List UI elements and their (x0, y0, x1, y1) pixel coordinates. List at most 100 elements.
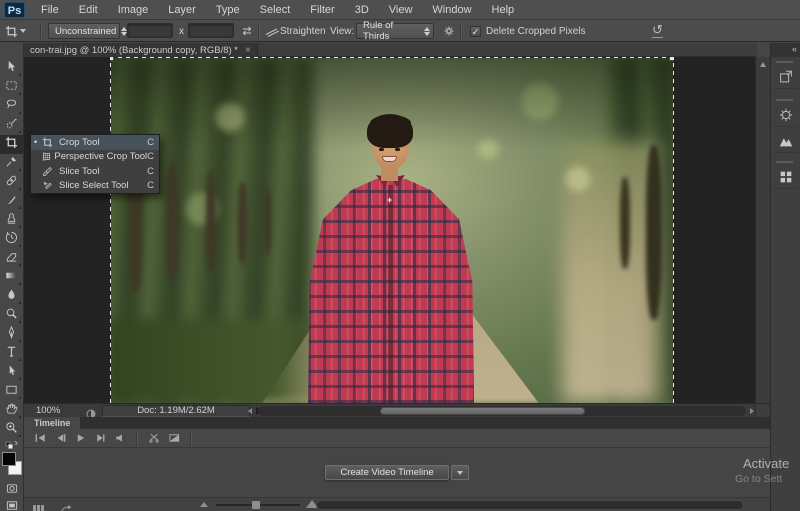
vscroll-up-arrow[interactable] (760, 62, 766, 67)
flyout-item-slice-select-tool[interactable]: Slice Select Tool C (31, 179, 159, 194)
crop-tool-preset[interactable] (5, 23, 35, 39)
hscroll-left-arrow[interactable] (248, 408, 252, 414)
menu-file[interactable]: File (31, 0, 69, 20)
quick-mask-button[interactable] (0, 480, 23, 497)
crop-tool-button[interactable] (0, 135, 23, 154)
dodge-tool-button[interactable] (0, 306, 23, 325)
flyout-item-perspective-crop-tool[interactable]: Perspective Crop Tool C (31, 150, 159, 165)
spot-healing-tool-button[interactable] (0, 173, 23, 192)
menu-filter[interactable]: Filter (300, 0, 344, 20)
vertical-scrollbar[interactable] (755, 57, 770, 403)
gradient-tool-button[interactable] (0, 268, 23, 287)
histogram-panel-button[interactable] (774, 129, 798, 153)
next-frame-button[interactable] (90, 431, 110, 446)
straighten-button[interactable]: Straighten (280, 26, 326, 37)
swap-width-height-icon[interactable] (240, 24, 254, 43)
crop-tool-flyout-menu: • Crop Tool C Perspective Crop Tool C Slice T… (30, 134, 160, 194)
menu-select[interactable]: Select (250, 0, 301, 20)
curved-arrow-icon[interactable] (60, 500, 74, 511)
quick-selection-tool-button[interactable] (0, 116, 23, 135)
chevron-down-icon (456, 470, 463, 475)
color-panel-button[interactable] (774, 165, 798, 189)
eraser-tool-button[interactable] (0, 249, 23, 268)
menu-image[interactable]: Image (108, 0, 159, 20)
close-icon[interactable]: × (245, 45, 251, 56)
crop-border-left[interactable] (110, 57, 111, 403)
foreground-color-swatch[interactable] (2, 452, 16, 466)
rectangle-tool-icon (5, 383, 18, 401)
crop-width-input[interactable] (127, 23, 173, 38)
photo-document[interactable]: + (110, 57, 674, 403)
pen-tool-icon (5, 325, 18, 344)
transition-button[interactable] (164, 431, 184, 446)
path-selection-tool-button[interactable] (0, 363, 23, 382)
eyebrow (394, 143, 402, 145)
crop-height-input[interactable] (188, 23, 234, 38)
marquee-tool-button[interactable] (0, 78, 23, 97)
timeline-tab[interactable]: Timeline (24, 417, 81, 429)
timeline-zoom-thumb[interactable] (252, 501, 260, 509)
screen-mode-button[interactable] (0, 497, 23, 511)
zoom-level-field[interactable]: 100% (32, 405, 72, 416)
previous-frame-button[interactable] (50, 431, 70, 446)
overlay-view-select[interactable]: Rule of Thirds (356, 20, 434, 42)
aspect-ratio-select[interactable]: Unconstrained (48, 23, 128, 39)
timeline-scrollbar[interactable] (316, 500, 744, 510)
blur-tool-button[interactable] (0, 287, 23, 306)
menu-window[interactable]: Window (422, 0, 481, 20)
play-button[interactable] (70, 431, 90, 446)
flyout-item-crop-tool[interactable]: • Crop Tool C (31, 135, 159, 150)
shortcut-key: C (147, 165, 154, 177)
brush-tool-button[interactable] (0, 192, 23, 211)
history-panel-button[interactable] (774, 65, 798, 89)
menu-3d[interactable]: 3D (345, 0, 379, 20)
create-video-timeline-button[interactable]: Create Video Timeline (325, 465, 449, 480)
menu-help[interactable]: Help (482, 0, 525, 20)
menu-view[interactable]: View (379, 0, 423, 20)
crop-border-right[interactable] (673, 57, 674, 403)
expand-panels-button[interactable]: « (771, 43, 800, 57)
divider (136, 430, 138, 446)
move-tool-button[interactable] (0, 59, 23, 78)
menu-layer[interactable]: Layer (158, 0, 206, 20)
crop-border-top[interactable] (110, 57, 674, 58)
delete-cropped-pixels-checkbox[interactable]: ✓ (470, 26, 481, 37)
timeline-type-dropdown[interactable] (450, 465, 469, 480)
flyout-item-slice-tool[interactable]: Slice Tool C (31, 164, 159, 179)
clone-stamp-tool-button[interactable] (0, 211, 23, 230)
shortcut-key: C (147, 136, 154, 148)
type-tool-button[interactable] (0, 344, 23, 363)
perspective-crop-icon (41, 151, 55, 162)
zoom-tool-button[interactable] (0, 420, 23, 439)
type-tool-icon (5, 345, 18, 363)
eye (395, 148, 400, 151)
crop-handle-top-right[interactable] (669, 57, 674, 61)
frame-view-icon[interactable] (32, 500, 46, 511)
reset-tool-icon[interactable]: ↺ (652, 23, 663, 38)
pen-tool-button[interactable] (0, 325, 23, 344)
horizontal-scrollbar-thumb[interactable] (380, 407, 585, 415)
move-tool-icon (5, 60, 18, 78)
crop-options-gear-icon[interactable] (442, 24, 456, 43)
first-frame-button[interactable] (30, 431, 50, 446)
eyedropper-tool-button[interactable] (0, 154, 23, 173)
rectangle-tool-button[interactable] (0, 382, 23, 401)
default-swap-colors-icon[interactable] (0, 439, 23, 450)
marquee-tool-icon (5, 79, 18, 97)
menu-edit[interactable]: Edit (69, 0, 108, 20)
hand-tool-button[interactable] (0, 401, 23, 420)
history-brush-tool-button[interactable] (0, 230, 23, 249)
audio-mute-button[interactable] (110, 431, 130, 446)
timeline-zoom-out-icon[interactable] (200, 502, 208, 507)
split-clip-button[interactable] (144, 431, 164, 446)
panel-group-label (776, 99, 793, 101)
lasso-tool-button[interactable] (0, 97, 23, 116)
eyebrow (377, 143, 385, 145)
adjustments-panel-button[interactable] (774, 103, 798, 127)
crop-handle-top-left[interactable] (110, 57, 114, 61)
hscroll-right-arrow[interactable] (750, 408, 754, 414)
document-tab[interactable]: con-trai.jpg @ 100% (Background copy, RG… (24, 43, 258, 57)
canvas-area[interactable]: + (24, 57, 755, 403)
menu-type[interactable]: Type (206, 0, 250, 20)
gradient-tool-icon (5, 269, 18, 287)
